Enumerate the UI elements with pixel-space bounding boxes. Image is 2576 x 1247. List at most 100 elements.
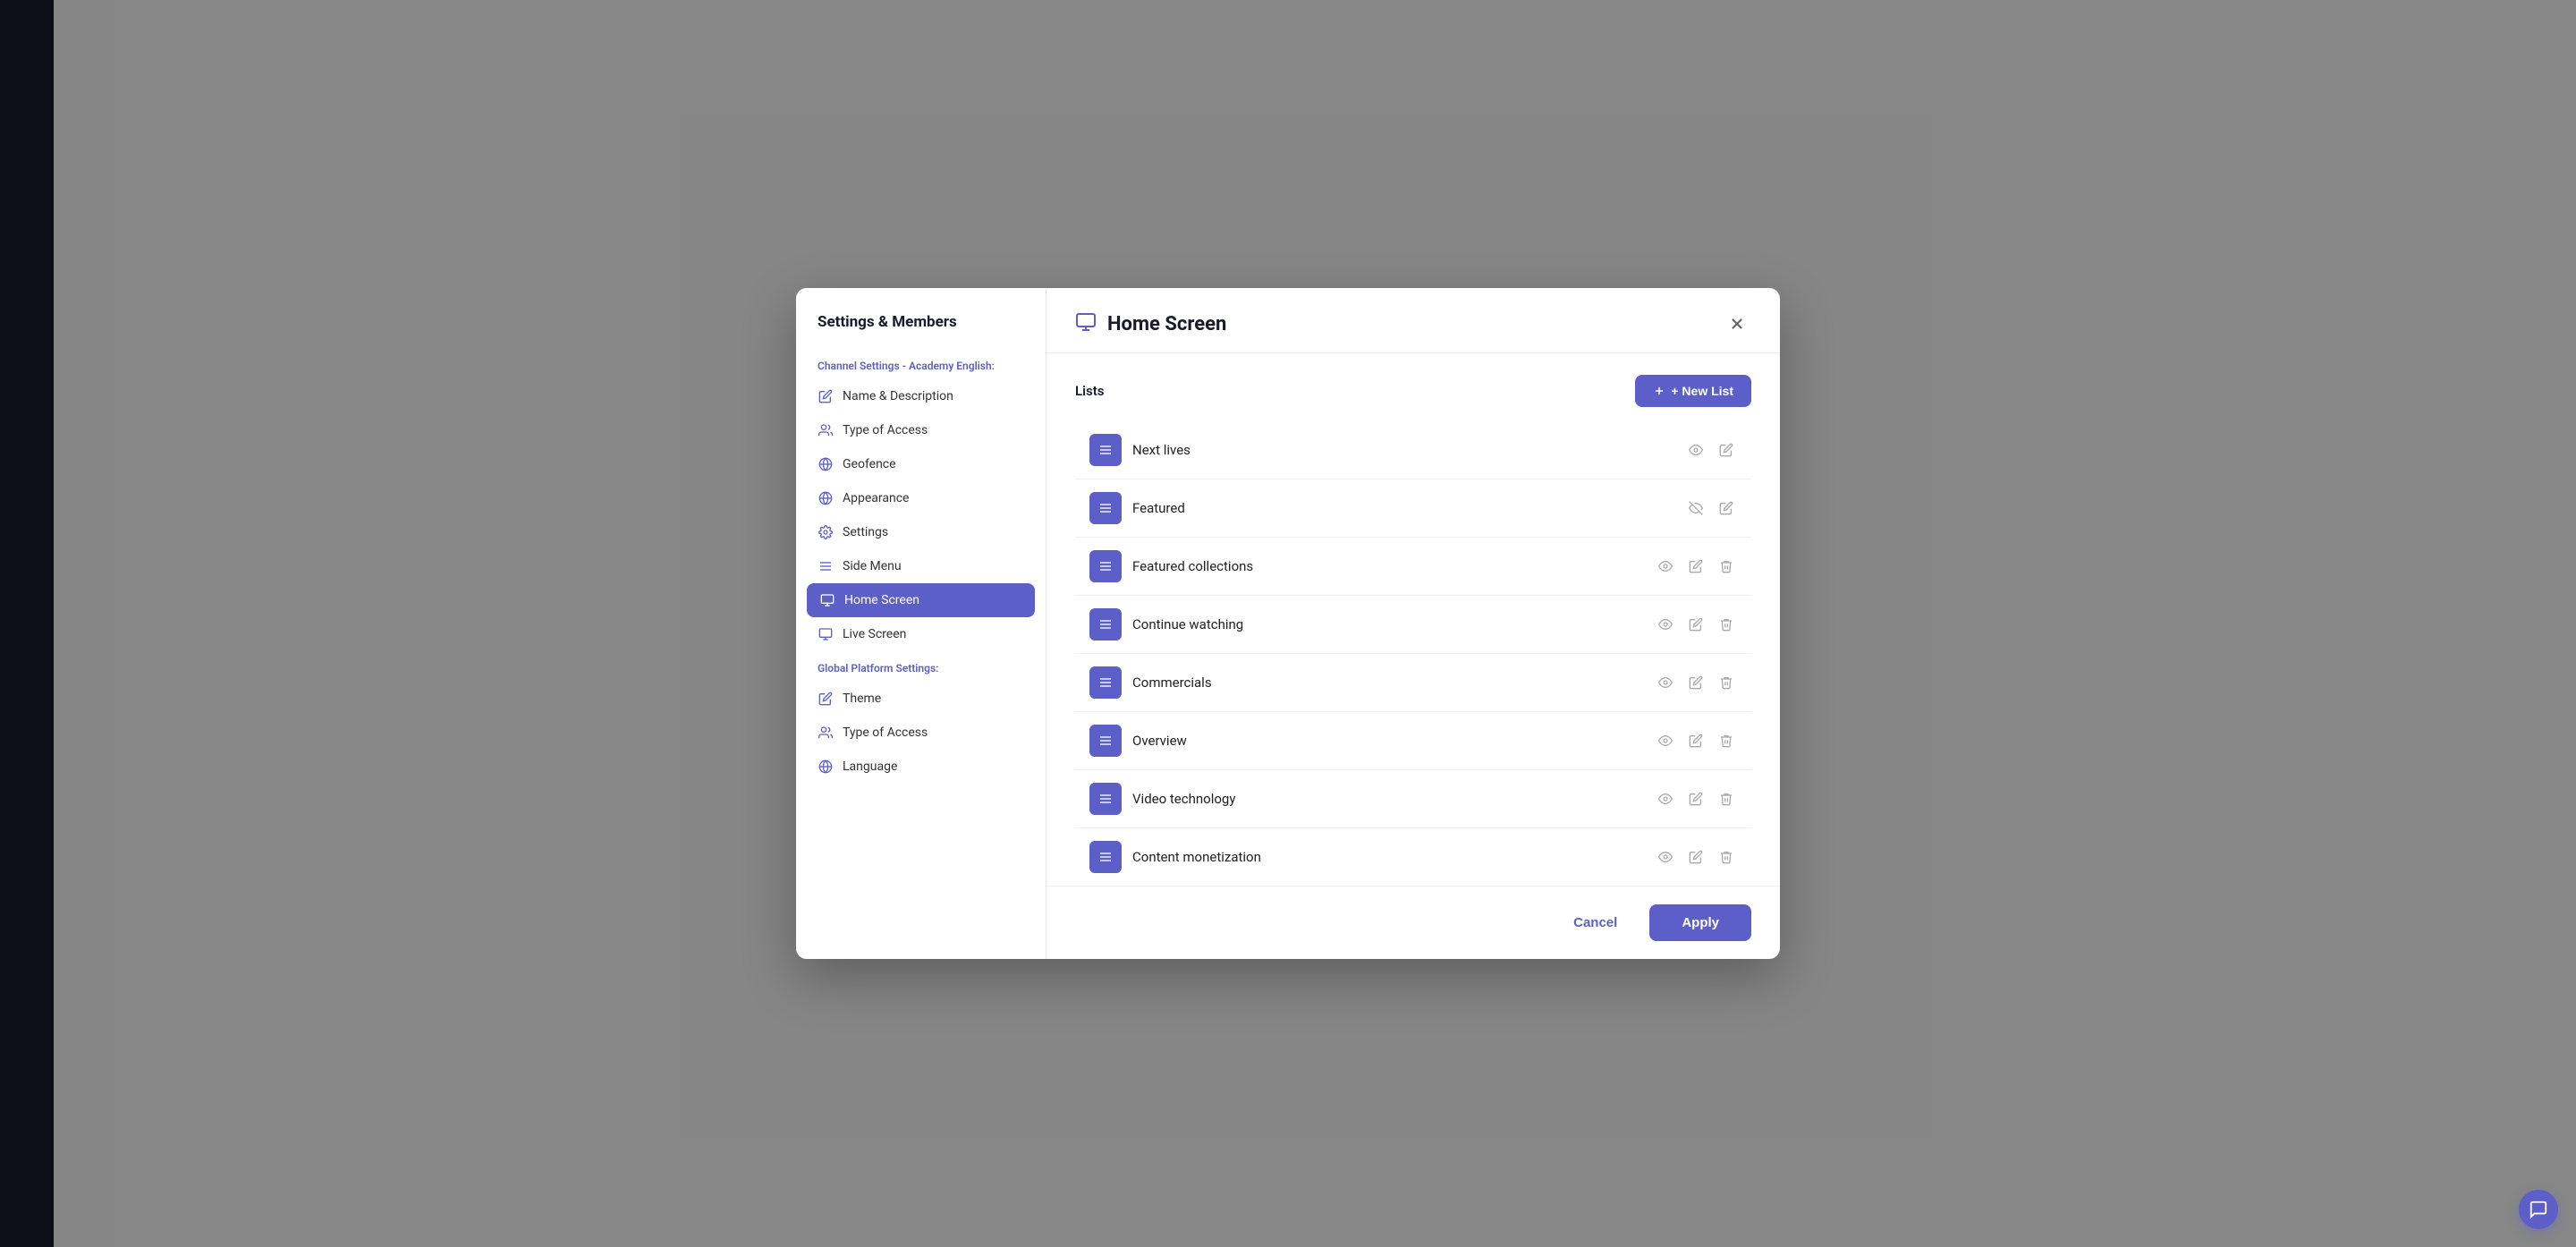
- drag-icon[interactable]: [1089, 783, 1122, 815]
- list-item: Next lives: [1075, 421, 1751, 479]
- edit-list-button[interactable]: [1685, 730, 1707, 751]
- list-item-actions: [1685, 439, 1737, 461]
- menu-icon: [818, 558, 834, 574]
- delete-list-button[interactable]: [1716, 730, 1737, 751]
- delete-list-button[interactable]: [1716, 672, 1737, 693]
- home-screen-header-icon: [1075, 311, 1097, 336]
- sidebar-global-type-of-access-label: Type of Access: [843, 725, 928, 740]
- list-item: Commercials: [1075, 654, 1751, 712]
- drag-icon[interactable]: [1089, 492, 1122, 524]
- sidebar-item-type-of-access[interactable]: Type of Access: [796, 413, 1046, 447]
- pencil-icon: [818, 388, 834, 404]
- visibility-toggle-button[interactable]: [1655, 846, 1676, 868]
- live-screen-icon: [818, 626, 834, 642]
- sidebar-item-theme[interactable]: Theme: [796, 682, 1046, 716]
- sidebar-item-live-screen[interactable]: Live Screen: [796, 617, 1046, 651]
- visibility-toggle-button[interactable]: [1655, 788, 1676, 810]
- new-list-button[interactable]: + New List: [1635, 375, 1751, 407]
- sidebar-language-label: Language: [843, 759, 897, 774]
- theme-pencil-icon: [818, 691, 834, 707]
- edit-list-button[interactable]: [1685, 614, 1707, 635]
- visibility-toggle-button[interactable]: [1685, 497, 1707, 519]
- sidebar-item-home-screen[interactable]: Home Screen: [807, 583, 1035, 617]
- drag-icon[interactable]: [1089, 725, 1122, 757]
- sidebar: Settings & Members Channel Settings - Ac…: [796, 288, 1046, 959]
- list-item-name: Continue watching: [1132, 616, 1644, 632]
- list-item-name: Next lives: [1132, 442, 1674, 458]
- sidebar-type-of-access-label: Type of Access: [843, 423, 928, 437]
- visibility-toggle-button[interactable]: [1685, 439, 1707, 461]
- global-users-icon: [818, 725, 834, 741]
- edit-list-button[interactable]: [1685, 556, 1707, 577]
- users-icon: [818, 422, 834, 438]
- gear-icon: [818, 524, 834, 540]
- modal-header: Home Screen: [1046, 288, 1780, 353]
- modal-body: Lists + New List Next lives: [1046, 353, 1780, 886]
- lists-section-label: Lists: [1075, 383, 1104, 399]
- sidebar-item-appearance[interactable]: Appearance: [796, 481, 1046, 515]
- lists-container: Next lives Featured: [1075, 421, 1751, 886]
- drag-icon[interactable]: [1089, 550, 1122, 582]
- appearance-icon: [818, 490, 834, 506]
- close-button[interactable]: [1723, 310, 1751, 338]
- list-item-name: Commercials: [1132, 674, 1644, 691]
- sidebar-side-menu-label: Side Menu: [843, 559, 902, 573]
- sidebar-item-name-description[interactable]: Name & Description: [796, 379, 1046, 413]
- edit-list-button[interactable]: [1716, 497, 1737, 519]
- list-item-actions: [1655, 556, 1737, 577]
- edit-list-button[interactable]: [1685, 846, 1707, 868]
- list-item-name: Featured collections: [1132, 558, 1644, 574]
- list-item-actions: [1655, 788, 1737, 810]
- edit-list-button[interactable]: [1716, 439, 1737, 461]
- list-item: Overview: [1075, 712, 1751, 770]
- global-section-label: Global Platform Settings:: [796, 651, 1046, 682]
- lists-header: Lists + New List: [1075, 375, 1751, 407]
- visibility-toggle-button[interactable]: [1655, 556, 1676, 577]
- sidebar-item-global-type-of-access[interactable]: Type of Access: [796, 716, 1046, 750]
- apply-button[interactable]: Apply: [1649, 904, 1751, 941]
- sidebar-live-screen-label: Live Screen: [843, 627, 906, 641]
- delete-list-button[interactable]: [1716, 846, 1737, 868]
- delete-list-button[interactable]: [1716, 614, 1737, 635]
- edit-list-button[interactable]: [1685, 788, 1707, 810]
- list-item-name: Content monetization: [1132, 849, 1644, 865]
- list-item: Video technology: [1075, 770, 1751, 828]
- delete-list-button[interactable]: [1716, 788, 1737, 810]
- sidebar-item-language[interactable]: Language: [796, 750, 1046, 784]
- settings-modal: Settings & Members Channel Settings - Ac…: [796, 288, 1780, 959]
- list-item-actions: [1655, 846, 1737, 868]
- sidebar-item-settings[interactable]: Settings: [796, 515, 1046, 549]
- list-item-name: Overview: [1132, 733, 1644, 749]
- drag-icon[interactable]: [1089, 666, 1122, 699]
- modal-header-left: Home Screen: [1075, 311, 1226, 336]
- sidebar-appearance-label: Appearance: [843, 491, 909, 505]
- home-screen-icon: [819, 592, 835, 608]
- list-item-actions: [1685, 497, 1737, 519]
- drag-icon[interactable]: [1089, 841, 1122, 873]
- delete-list-button[interactable]: [1716, 556, 1737, 577]
- sidebar-geofence-label: Geofence: [843, 457, 896, 471]
- channel-section-label: Channel Settings - Academy English:: [796, 349, 1046, 379]
- list-item-name: Video technology: [1132, 791, 1644, 807]
- sidebar-home-screen-label: Home Screen: [844, 593, 919, 607]
- sidebar-name-description-label: Name & Description: [843, 389, 953, 403]
- visibility-toggle-button[interactable]: [1655, 614, 1676, 635]
- main-content: Home Screen Lists + New List Next: [1046, 288, 1780, 959]
- drag-icon[interactable]: [1089, 434, 1122, 466]
- list-item: Featured: [1075, 479, 1751, 538]
- modal-footer: Cancel Apply: [1046, 886, 1780, 959]
- edit-list-button[interactable]: [1685, 672, 1707, 693]
- support-bubble[interactable]: [2519, 1190, 2558, 1229]
- cancel-button[interactable]: Cancel: [1555, 906, 1635, 939]
- list-item: Content monetization: [1075, 828, 1751, 886]
- new-list-button-label: + New List: [1671, 384, 1733, 398]
- visibility-toggle-button[interactable]: [1655, 730, 1676, 751]
- sidebar-item-geofence[interactable]: Geofence: [796, 447, 1046, 481]
- sidebar-settings-label: Settings: [843, 525, 888, 539]
- language-icon: [818, 759, 834, 775]
- drag-icon[interactable]: [1089, 608, 1122, 640]
- sidebar-theme-label: Theme: [843, 691, 881, 706]
- list-item-name: Featured: [1132, 500, 1674, 516]
- sidebar-item-side-menu[interactable]: Side Menu: [796, 549, 1046, 583]
- visibility-toggle-button[interactable]: [1655, 672, 1676, 693]
